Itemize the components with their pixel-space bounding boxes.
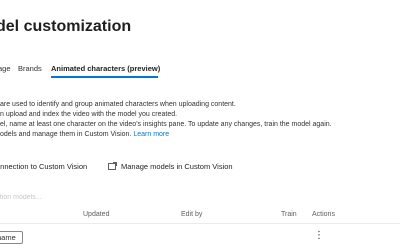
toolbar: onnection to Custom Vision Manage models… xyxy=(0,162,400,174)
column-header-updated[interactable]: Updated xyxy=(83,211,109,218)
connect-custom-vision-button[interactable]: onnection to Custom Vision xyxy=(0,162,87,171)
description-line: are used to identify and group animated … xyxy=(0,101,236,108)
manage-models-label: Manage models in Custom Vision xyxy=(121,162,233,171)
divider xyxy=(0,223,400,224)
table-row: ⋮ xyxy=(0,229,400,245)
column-header-edited-by[interactable]: Edit by xyxy=(181,211,202,218)
column-header-train[interactable]: Train xyxy=(281,211,297,218)
description-line: el, name at least one character on the v… xyxy=(0,121,332,128)
tab-animated-characters[interactable]: Animated characters (preview) xyxy=(51,64,160,73)
tab-bar: age Brands Animated characters (preview) xyxy=(0,64,400,82)
manage-models-button[interactable]: Manage models in Custom Vision xyxy=(108,162,233,171)
description-line: odels and manage them in Custom Vision. … xyxy=(0,130,400,140)
model-name-input[interactable] xyxy=(0,231,23,244)
page-title: del customization xyxy=(0,18,132,35)
search-input[interactable] xyxy=(0,191,196,203)
selected-tab-indicator xyxy=(51,76,158,78)
learn-more-link[interactable]: Learn more xyxy=(133,131,169,138)
description-text: odels and manage them in Custom Vision. xyxy=(0,131,134,138)
table-header: Updated Edit by Train Actions xyxy=(0,211,400,223)
description-line: n upload and index the video with the mo… xyxy=(0,111,178,118)
tab-language[interactable]: age xyxy=(0,64,11,73)
external-link-icon xyxy=(108,162,117,170)
tab-brands[interactable]: Brands xyxy=(18,64,42,73)
column-header-actions: Actions xyxy=(312,211,335,218)
more-actions-icon[interactable]: ⋮ xyxy=(314,230,324,242)
description: are used to identify and group animated … xyxy=(0,100,400,140)
